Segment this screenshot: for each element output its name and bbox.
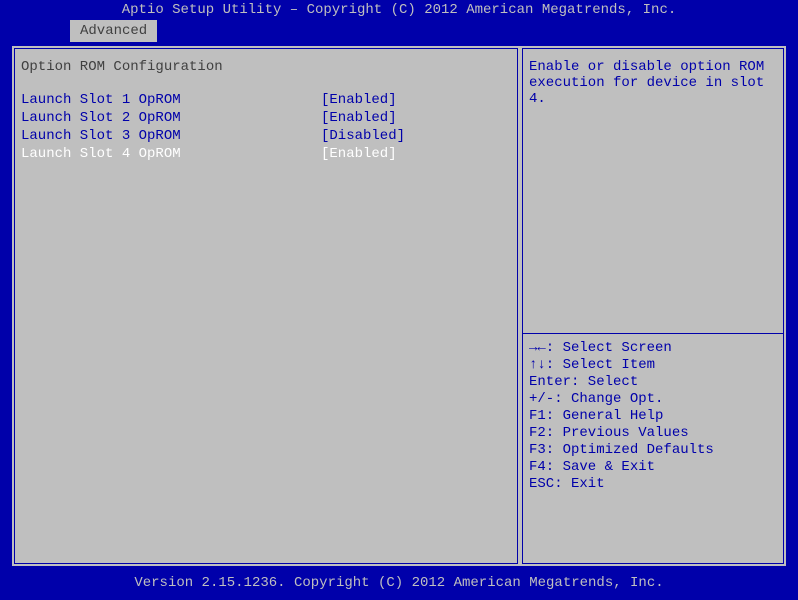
key-help-item: F3: Optimized Defaults: [529, 442, 777, 459]
option-value: [Enabled]: [321, 145, 511, 163]
key-help-item: +/-: Change Opt.: [529, 391, 777, 408]
tab-bar: Advanced: [0, 20, 798, 44]
spacer: [529, 107, 777, 329]
option-row[interactable]: Launch Slot 1 OpROM[Enabled]: [21, 91, 511, 109]
key-help-list: →←: Select Screen↑↓: Select ItemEnter: S…: [529, 340, 777, 493]
options-list: Launch Slot 1 OpROM[Enabled]Launch Slot …: [21, 91, 511, 163]
key-help-item: F2: Previous Values: [529, 425, 777, 442]
option-value: [Enabled]: [321, 91, 511, 109]
key-help-item: F4: Save & Exit: [529, 459, 777, 476]
key-help-item: Enter: Select: [529, 374, 777, 391]
help-divider: [523, 333, 783, 334]
footer-text: Version 2.15.1236. Copyright (C) 2012 Am…: [0, 570, 798, 596]
key-help-item: F1: General Help: [529, 408, 777, 425]
key-help-item: ESC: Exit: [529, 476, 777, 493]
option-label: Launch Slot 3 OpROM: [21, 127, 321, 145]
option-row[interactable]: Launch Slot 2 OpROM[Enabled]: [21, 109, 511, 127]
bottom-spacer: [529, 493, 777, 553]
tab-advanced[interactable]: Advanced: [70, 20, 157, 42]
header-title: Aptio Setup Utility – Copyright (C) 2012…: [0, 0, 798, 20]
help-panel: Enable or disable option ROM execution f…: [522, 48, 784, 564]
option-label: Launch Slot 4 OpROM: [21, 145, 321, 163]
options-panel: Option ROM Configuration Launch Slot 1 O…: [14, 48, 518, 564]
option-row[interactable]: Launch Slot 4 OpROM[Enabled]: [21, 145, 511, 163]
option-row[interactable]: Launch Slot 3 OpROM[Disabled]: [21, 127, 511, 145]
main-frame: Option ROM Configuration Launch Slot 1 O…: [10, 44, 788, 568]
section-title: Option ROM Configuration: [21, 59, 511, 75]
key-help-item: ↑↓: Select Item: [529, 357, 777, 374]
option-label: Launch Slot 1 OpROM: [21, 91, 321, 109]
key-help-item: →←: Select Screen: [529, 340, 777, 357]
option-value: [Enabled]: [321, 109, 511, 127]
help-description: Enable or disable option ROM execution f…: [529, 59, 777, 107]
option-label: Launch Slot 2 OpROM: [21, 109, 321, 127]
option-value: [Disabled]: [321, 127, 511, 145]
